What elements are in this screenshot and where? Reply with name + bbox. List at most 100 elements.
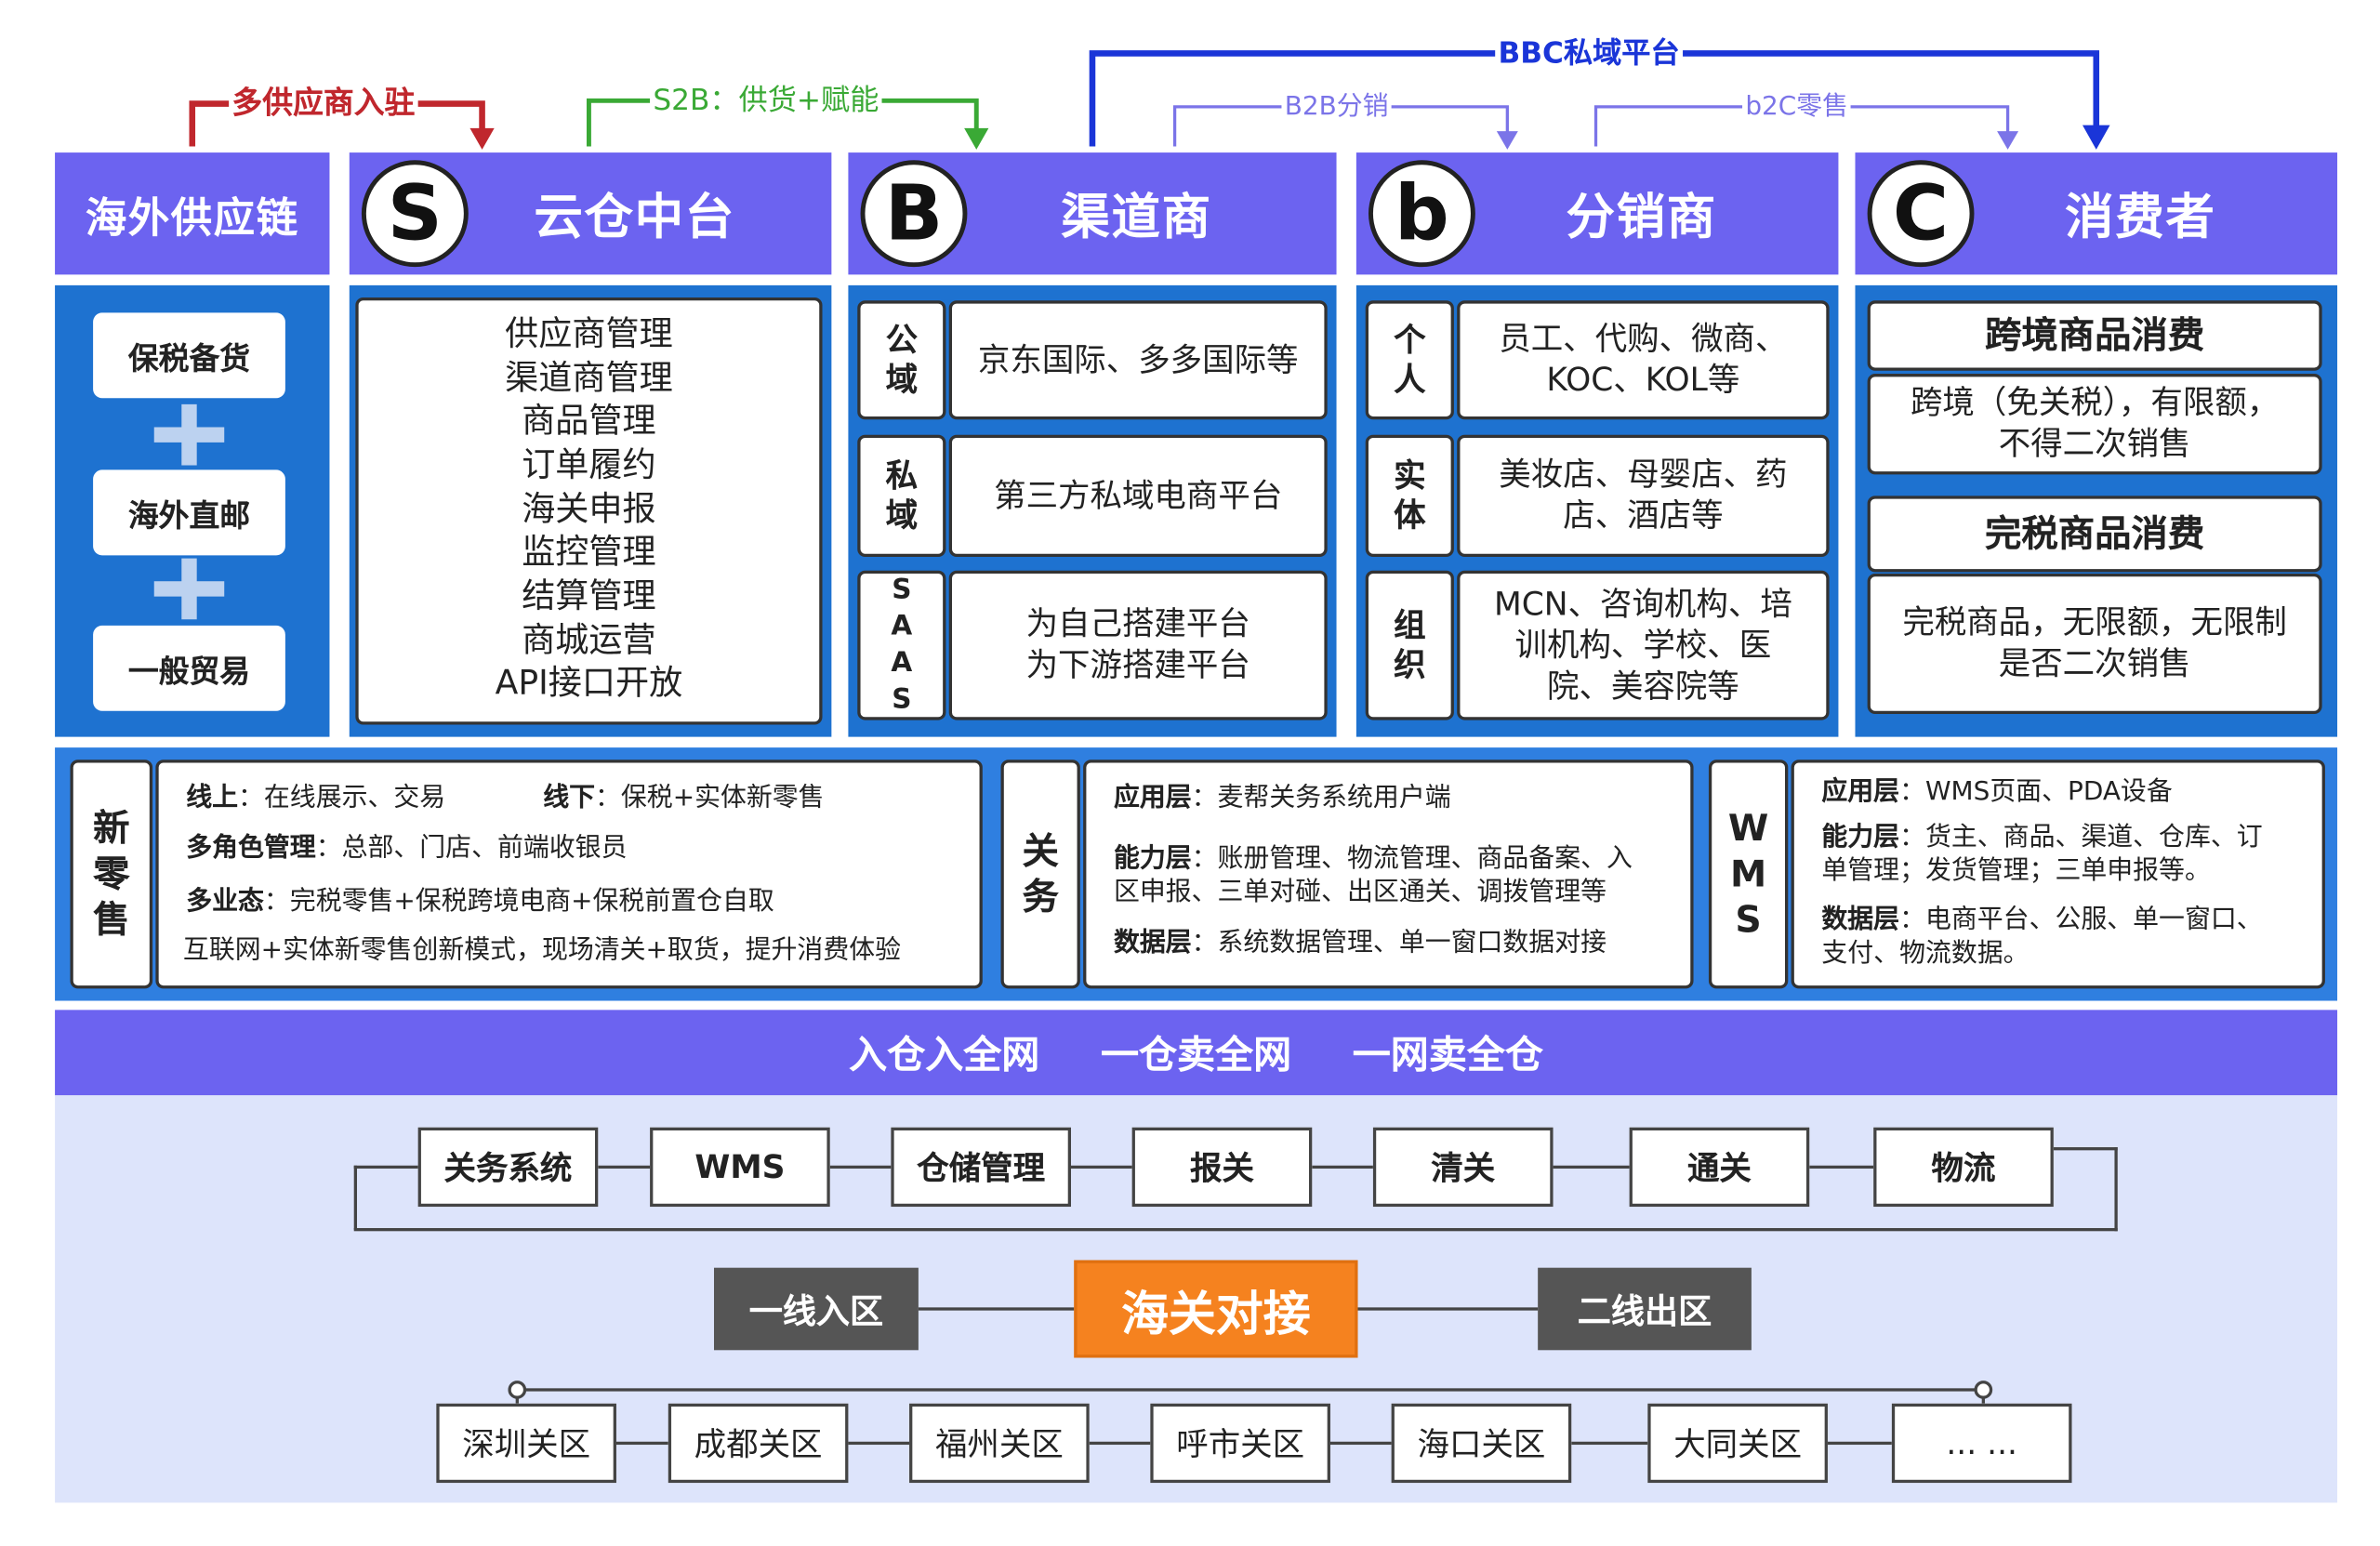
architecture-diagram: 多供应商入驻 S2B：供货+赋能 BBC私域平台 B2B分销 b2C零售 海外供…	[0, 0, 2380, 1545]
letter-s-badge: S	[361, 160, 469, 268]
chain-logistics: 物流	[1873, 1127, 2054, 1208]
first-line-entry: 一线入区	[714, 1267, 919, 1351]
cloud-item: 订单履约	[522, 446, 656, 485]
header-distributor-title: 分销商	[1566, 187, 1717, 246]
connector-line	[353, 1165, 418, 1169]
connector-line	[1553, 1165, 1630, 1169]
cloud-functions-box: 供应商管理 渠道商管理 商品管理 订单履约 海关申报 监控管理 结算管理 商城运…	[355, 297, 823, 725]
letter-b-badge: B	[860, 160, 968, 268]
header-cloud: S 云仓中台	[349, 152, 832, 275]
connector-dot	[508, 1381, 527, 1399]
connector-dot	[1974, 1381, 1993, 1399]
header-cloud-title: 云仓中台	[534, 187, 735, 246]
connector-line	[1571, 1441, 1648, 1446]
slogan-1: 入仓入全网	[849, 1032, 1040, 1077]
wms-data-cont: 支付、物流数据。	[1821, 938, 2030, 970]
cloud-item: 供应商管理	[505, 315, 673, 354]
b2b-label: B2B分销	[1281, 89, 1392, 124]
duty-paid-text: 完税商品，无限额，无限制 是否二次销售	[1902, 603, 2287, 682]
direct-mail-item: 海外直邮	[93, 469, 285, 556]
cloud-item: 监控管理	[522, 534, 656, 573]
zone-haikou: 海口关区	[1391, 1403, 1572, 1484]
zone-hohhot: 呼市关区	[1150, 1403, 1330, 1484]
cloud-item: 结算管理	[522, 578, 656, 617]
cloud-item: 商城运营	[522, 622, 656, 661]
retail-summary: 互联网+实体新零售创新模式，现场清关+取货，提升消费体验	[182, 934, 902, 966]
connector-line	[1329, 1441, 1392, 1446]
cloud-item: 渠道商管理	[505, 359, 673, 398]
connector-line	[1809, 1165, 1874, 1169]
connector-line	[598, 1165, 651, 1169]
channel-text-private: 第三方私域电商平台	[994, 476, 1283, 514]
connector-line	[2114, 1147, 2118, 1232]
wms-cap: 能力层：货主、商品、渠道、仓库、订	[1821, 822, 2263, 853]
chain-clearance: 清关	[1372, 1127, 1554, 1208]
header-channel: B 渠道商	[848, 152, 1337, 275]
customs-app: 应用层：麦帮关务系统用户端	[1113, 782, 1451, 813]
customs-cap: 能力层：账册管理、物流管理、商品备案、入	[1113, 843, 1633, 875]
dist-label-individual-text: 个人	[1394, 322, 1426, 399]
channel-label-saas-text: SAAS	[891, 574, 913, 716]
cross-border-text: 跨境（免关税），有限额， 不得二次销售	[1910, 384, 2280, 463]
chain-wms: WMS	[650, 1127, 830, 1208]
connector-line	[1357, 1307, 1539, 1311]
slogan-2: 一仓卖全网	[1100, 1032, 1292, 1077]
connector-line	[918, 1307, 1075, 1311]
header-consumer: C 消费者	[1855, 152, 2338, 275]
connector-line	[515, 1388, 1984, 1392]
s2b-label: S2B：供货+赋能	[650, 84, 882, 118]
zone-shenzhen: 深圳关区	[436, 1403, 616, 1484]
dist-text-entity: 美妆店、母婴店、药 店、酒店等	[1499, 456, 1788, 535]
retail-offline: 线下：保税+实体新零售	[543, 782, 825, 813]
plus-icon	[153, 403, 225, 466]
customs-cap-cont: 区申报、三单对碰、出区通关、调拨管理等	[1113, 877, 1607, 908]
dist-label-entity-text: 实体	[1394, 457, 1426, 535]
b2c-label: b2C零售	[1742, 89, 1852, 124]
connector-line	[829, 1165, 892, 1169]
wms-data: 数据层：电商平台、公服、单一窗口、	[1821, 905, 2263, 935]
connector-line	[1071, 1165, 1132, 1169]
header-channel-title: 渠道商	[1061, 187, 1212, 246]
channel-text-saas: 为自己搭建平台 为下游搭建平台	[1025, 605, 1250, 684]
chain-declaration: 报关	[1131, 1127, 1313, 1208]
header-overseas: 海外供应链	[55, 152, 330, 275]
retail-online: 线上：在线展示、交易	[186, 782, 446, 813]
connector-line	[1312, 1165, 1373, 1169]
connector-line	[848, 1441, 910, 1446]
zone-datong: 大同关区	[1647, 1403, 1828, 1484]
second-line-exit: 二线出区	[1538, 1267, 1752, 1351]
letter-lower-b-badge: b	[1368, 160, 1475, 268]
connector-line	[1089, 1441, 1151, 1446]
customs-data: 数据层：系统数据管理、单一窗口数据对接	[1113, 927, 1607, 958]
bbc-label: BBC私域平台	[1495, 36, 1683, 71]
top-flow-arrows	[189, 50, 2110, 150]
header-overseas-title: 海外供应链	[85, 194, 299, 243]
cloud-item: 海关申报	[522, 490, 656, 529]
slogan-row: 入仓入全网 一仓卖全网 一网卖全仓	[55, 1010, 2337, 1095]
connector-line	[2053, 1147, 2118, 1151]
channel-label-private-text: 私域	[885, 457, 919, 535]
wms-app: 应用层：WMS页面、PDA设备	[1821, 776, 2173, 808]
retail-roles: 多角色管理：总部、门店、前端收银员	[186, 833, 628, 864]
general-trade-item: 一般贸易	[93, 625, 285, 711]
customs-docking-center: 海关对接	[1074, 1260, 1358, 1358]
connector-line	[1827, 1441, 1892, 1446]
plus-icon	[153, 558, 225, 620]
zone-more: ... ...	[1891, 1403, 2072, 1484]
cross-border-heading: 跨境商品消费	[1984, 313, 2205, 357]
slogan-3: 一网卖全仓	[1352, 1032, 1543, 1077]
connector-line	[615, 1441, 668, 1446]
duty-paid-heading: 完税商品消费	[1984, 511, 2205, 555]
wms-label: WMS	[1727, 807, 1769, 942]
retail-label: 新零售	[93, 807, 130, 942]
bonded-stock-item: 保税备货	[93, 312, 285, 399]
channel-label-public-text: 公域	[885, 322, 919, 399]
cloud-item: API接口开放	[495, 666, 683, 705]
wms-cap-cont: 单管理；发货管理；三单申报等。	[1821, 855, 2211, 887]
cloud-item: 商品管理	[522, 403, 656, 442]
letter-c-badge: C	[1867, 160, 1975, 268]
dist-label-org-text: 组织	[1394, 607, 1426, 684]
dist-text-individual: 员工、代购、微商、 KOC、KOL等	[1499, 320, 1788, 399]
zone-chengdu: 成都关区	[668, 1403, 849, 1484]
connector-line	[353, 1165, 358, 1230]
